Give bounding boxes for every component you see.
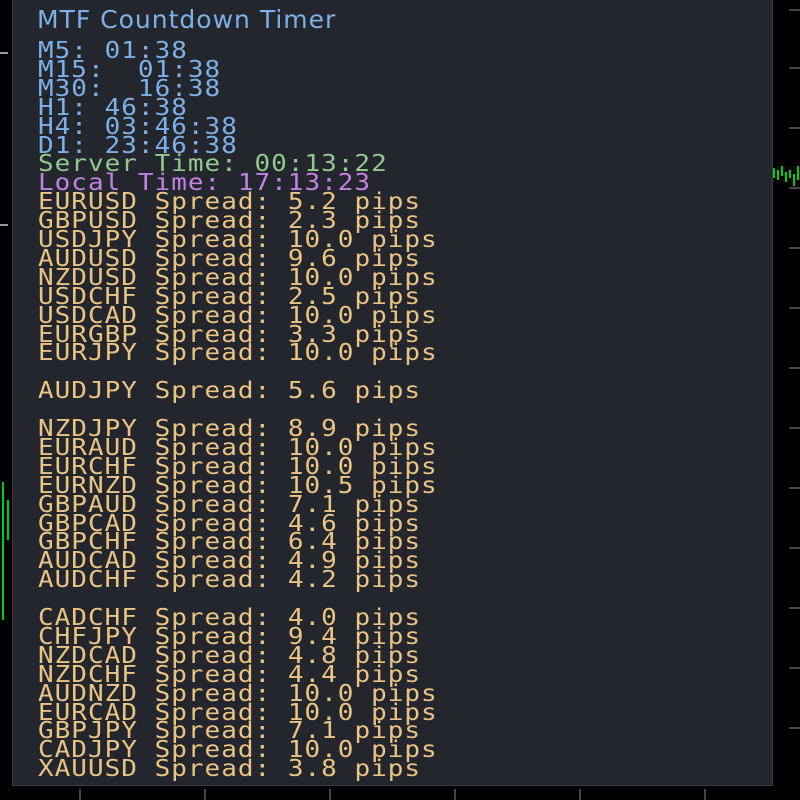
spread-word: Spread:	[154, 377, 272, 405]
panel-title: MTF Countdown Timer	[37, 5, 337, 34]
spread-value: 5.6	[287, 377, 338, 405]
spread-word: Spread:	[154, 755, 272, 783]
spread-row-audchf: AUDCHF Spread: 4.2 pips	[38, 569, 421, 592]
spread-unit: pips	[354, 377, 422, 405]
spread-row-xauusd: XAUUSD Spread: 3.8 pips	[38, 758, 421, 781]
symbol-name: AUDJPY	[38, 377, 138, 405]
spread-value: 3.8	[287, 755, 338, 783]
symbol-name: XAUUSD	[38, 755, 138, 783]
spread-unit: pips	[354, 566, 422, 594]
spread-row-audjpy: AUDJPY Spread: 5.6 pips	[38, 380, 421, 403]
spread-word: Spread:	[154, 566, 272, 594]
spread-value: 4.2	[287, 566, 338, 594]
mtf-countdown-timer-panel: MTF Countdown Timer M5: 01:38 M15: 01:38 M…	[12, 0, 773, 786]
spread-word: Spread:	[154, 339, 272, 367]
spread-unit: pips	[354, 755, 422, 783]
spread-value: 10.0	[287, 339, 355, 367]
spread-unit: pips	[371, 339, 438, 367]
symbol-name: EURJPY	[38, 339, 138, 367]
symbol-name: AUDCHF	[38, 566, 138, 594]
spread-row-eurjpy: EURJPY Spread: 10.0 pips	[38, 342, 438, 365]
